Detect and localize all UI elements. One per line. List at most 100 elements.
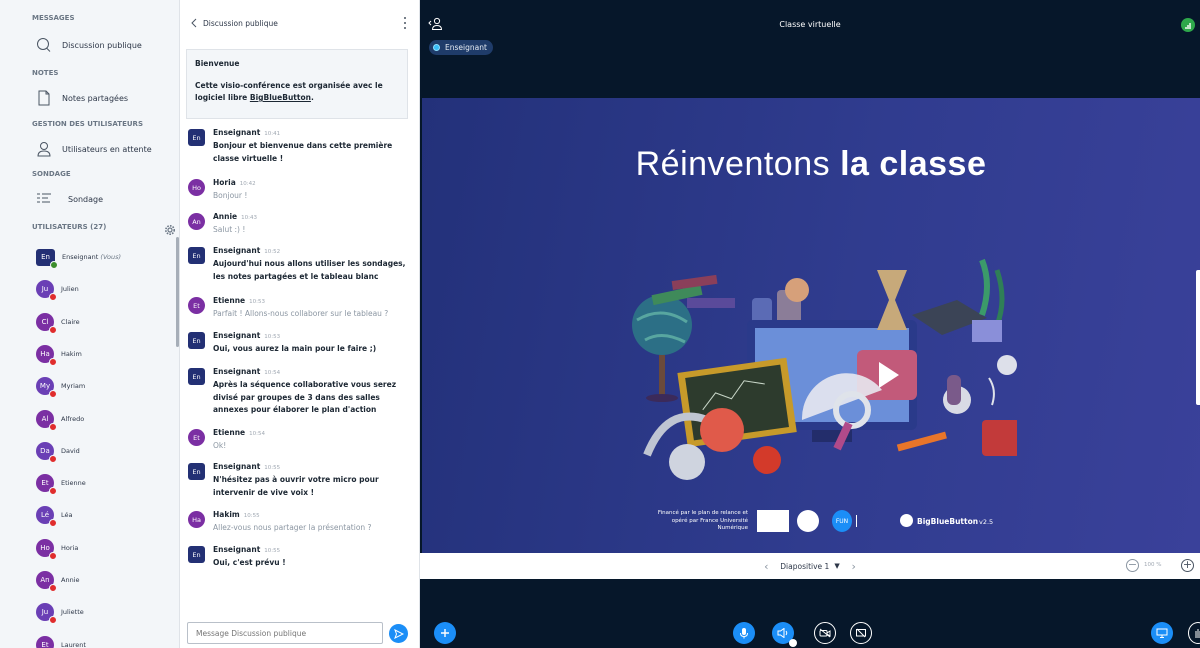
avatar: Da <box>36 441 57 463</box>
user-name-text: Hakim <box>61 349 82 358</box>
presentation-slide[interactable]: Réinventons la classe Financé par le pla… <box>422 98 1200 553</box>
user-name: Laurent <box>61 641 86 648</box>
sidebar: MESSAGES Discussion publique NOTES Notes… <box>0 0 180 648</box>
webcam-off-icon <box>819 628 831 638</box>
message-author: Annie <box>213 212 238 221</box>
chat-message: En Enseignant 10:55 N'hésitez pas à ouvrir … <box>188 461 410 499</box>
message-time: 10:55 <box>264 465 281 471</box>
user-name: Annie <box>61 576 80 584</box>
avatar: Cl <box>36 312 57 334</box>
avatar: Et <box>188 297 205 314</box>
sidebar-item-public-chat[interactable]: Discussion publique <box>0 33 179 57</box>
avatar-initials: En <box>41 253 50 261</box>
user-name-text: Julien <box>61 285 79 294</box>
previous-slide-button[interactable]: ‹ <box>760 559 772 573</box>
user-name-text: Annie <box>61 576 80 584</box>
chevron-left-icon: ‹ <box>764 559 769 573</box>
message-text: Ok! <box>213 441 227 450</box>
user-name: David <box>61 447 80 455</box>
chat-message: Ho Horia 10:42 Bonjour ! <box>188 177 410 203</box>
welcome-text-end: . <box>310 93 314 102</box>
message-meta: Enseignant 10:41 <box>213 127 410 140</box>
mic-muted-icon <box>49 422 57 431</box>
chat-message: Et Etienne 10:53 Parfait ! Allons-nous coll… <box>188 295 410 321</box>
user-list-item[interactable]: Ju Julien <box>0 276 176 302</box>
role-label: Enseignant <box>445 43 487 52</box>
chat-message: Ha Hakim 10:55 Allez-vous nous partager la … <box>188 509 410 535</box>
user-list-item[interactable]: En Enseignant (Vous) <box>0 244 176 270</box>
message-author: Etienne <box>213 428 246 437</box>
message-author: Horia <box>213 178 236 187</box>
slide-select[interactable]: Diapositive 1 ▼ <box>780 562 839 571</box>
message-text: Parfait ! Allons-nous collaborer sur le … <box>213 309 389 318</box>
chevron-down-icon: ▼ <box>834 562 840 570</box>
user-list-item[interactable]: My Myriam <box>0 373 176 399</box>
chat-message: En Enseignant 10:53 Oui, vous aurez la main… <box>188 330 410 356</box>
user-list-item[interactable]: Ho Horia <box>0 535 176 561</box>
message-time: 10:55 <box>243 513 260 519</box>
avatar: My <box>36 377 57 399</box>
slide-title-light: Réinventons <box>635 145 841 183</box>
user-list-item[interactable]: Al Alfredo <box>0 406 176 432</box>
zoom-out-button[interactable]: − <box>1126 559 1139 572</box>
zoom-in-button[interactable]: + <box>1181 559 1194 572</box>
user-management-section-title: GESTION DES UTILISATEURS <box>32 120 143 128</box>
role-icon <box>433 44 440 51</box>
chat-message: An Annie 10:43 Salut :) ! <box>188 211 410 237</box>
sidebar-item-shared-notes[interactable]: Notes partagées <box>0 86 179 110</box>
send-button[interactable] <box>389 624 408 643</box>
chat-message: En Enseignant 10:52 Aujourd'hui nous allons… <box>188 245 410 283</box>
mic-muted-icon <box>49 519 57 528</box>
chevron-left-icon[interactable] <box>189 16 199 30</box>
avatar: Ha <box>188 511 205 528</box>
sidebar-item-waiting-users[interactable]: Utilisateurs en attente <box>0 137 179 161</box>
bigbluebutton-link[interactable]: BigBlueButton <box>250 93 311 102</box>
actions-button[interactable] <box>434 622 456 644</box>
avatar-initials: Cl <box>41 317 49 326</box>
user-list-item[interactable]: Ju Juliette <box>0 599 176 625</box>
message-text: Allez-vous nous partager la présentation… <box>213 523 372 532</box>
chat-header: Discussion publique <box>180 12 420 34</box>
mic-muted-icon <box>49 357 57 366</box>
screen-share-button[interactable] <box>850 622 872 644</box>
message-time: 10:42 <box>239 181 256 187</box>
user-list-item[interactable]: An Annie <box>0 567 176 593</box>
audio-settings-icon[interactable] <box>789 639 797 647</box>
user-name: Etienne <box>61 479 86 487</box>
message-meta: Horia 10:42 <box>213 177 410 190</box>
webcam-button[interactable] <box>814 622 836 644</box>
more-options-icon[interactable] <box>401 16 409 30</box>
message-time: 10:54 <box>264 370 281 376</box>
user-name: Claire <box>61 318 80 326</box>
slide-footer: Financé par le plan de relance et opéré … <box>652 508 1012 538</box>
bigbluebutton-logo-icon <box>900 514 913 527</box>
avatar: An <box>188 213 205 230</box>
zoom-level: 100 % <box>1144 562 1162 568</box>
message-meta: Enseignant 10:55 <box>213 461 410 474</box>
connection-status-icon[interactable] <box>1181 18 1195 32</box>
avatar: Ju <box>36 280 57 302</box>
side-panel-tab[interactable] <box>1196 270 1200 405</box>
mic-muted-icon <box>49 616 57 625</box>
user-list-item[interactable]: Et Etienne <box>0 470 176 496</box>
user-list-item[interactable]: Lé Léa <box>0 502 176 528</box>
message-meta: Etienne 10:54 <box>213 427 410 440</box>
user-name: Julien <box>61 285 79 293</box>
user-list-item[interactable]: Cl Claire <box>0 309 176 335</box>
presentation-toggle-button[interactable] <box>1151 622 1173 644</box>
role-badge: Enseignant <box>429 40 493 55</box>
avatar-initials: Da <box>40 446 50 455</box>
gear-icon[interactable] <box>164 221 176 235</box>
sidebar-item-poll[interactable]: Sondage <box>0 187 179 211</box>
scrollbar[interactable] <box>176 237 179 347</box>
next-slide-button[interactable]: › <box>848 560 860 573</box>
user-list-item[interactable]: Et Laurent <box>0 632 176 648</box>
mic-muted-icon <box>49 293 57 302</box>
user-list-item[interactable]: Da David <box>0 438 176 464</box>
microphone-button[interactable] <box>733 622 755 644</box>
chat-message-input[interactable] <box>187 622 383 644</box>
avatar: Et <box>36 474 57 496</box>
user-list-item[interactable]: Ha Hakim <box>0 341 176 367</box>
mic-muted-icon <box>49 325 57 334</box>
raise-hand-button[interactable] <box>1188 622 1200 644</box>
